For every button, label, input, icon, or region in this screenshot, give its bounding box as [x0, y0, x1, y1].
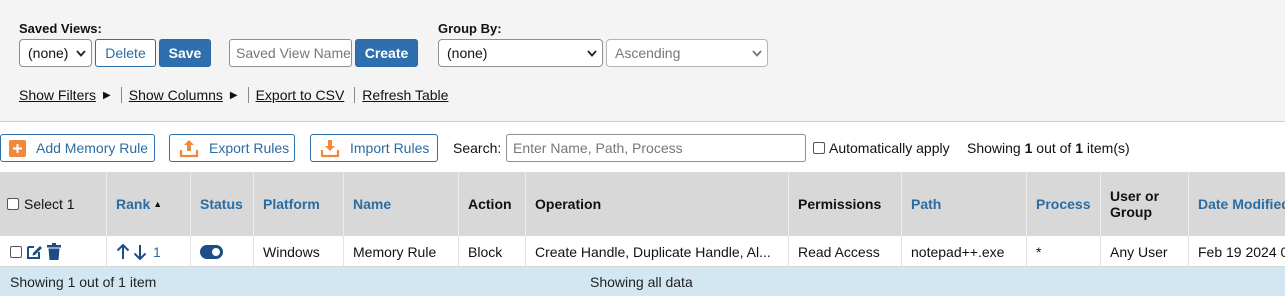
operation-cell: Create Handle, Duplicate Handle, Al... — [526, 236, 789, 267]
footer-item-count: Showing 1 out of 1 item — [10, 274, 157, 290]
download-icon — [320, 138, 340, 158]
chevron-down-icon — [582, 40, 602, 66]
group-by-selected-value: (none) — [447, 45, 488, 61]
process-cell: * — [1027, 236, 1101, 267]
table-footer: Showing 1 out of 1 item Showing all data — [0, 267, 1285, 296]
showing-suffix: item(s) — [1086, 140, 1130, 156]
delete-view-button[interactable]: Delete — [95, 39, 156, 67]
divider — [354, 87, 356, 103]
date-modified-cell: Feb 19 2024 0 — [1198, 243, 1285, 260]
show-columns-label: Show Columns — [128, 87, 223, 103]
status-toggle[interactable] — [200, 244, 223, 259]
table-header: Select 1 Rank ▲ Status Platform Name Act… — [0, 172, 1285, 236]
search-input[interactable]: Enter Name, Path, Process — [506, 134, 806, 162]
permissions-cell: Read Access — [789, 236, 902, 267]
saved-view-name-input[interactable]: Saved View Name — [229, 39, 352, 67]
table-row: 1 Windows Memory Rule Block Create Handl… — [0, 236, 1285, 267]
table-links-bar: Show Filters ▶ Show Columns ▶ Export to … — [19, 86, 448, 104]
upload-icon — [179, 138, 199, 158]
row-controls-cell — [0, 236, 107, 267]
caret-right-icon: ▶ — [229, 89, 238, 101]
column-header-status[interactable]: Status — [191, 172, 254, 236]
refresh-table-link[interactable]: Refresh Table — [362, 87, 448, 103]
column-header-permissions: Permissions — [789, 172, 902, 236]
select-all-header[interactable]: Select 1 — [0, 172, 107, 236]
show-filters-link[interactable]: Show Filters — [19, 87, 96, 103]
showing-prefix: Showing — [967, 140, 1021, 156]
chevron-down-icon — [71, 40, 91, 66]
column-header-path[interactable]: Path — [902, 172, 1027, 236]
saved-views-selected-value: (none) — [28, 45, 69, 61]
showing-mid: out of — [1036, 140, 1072, 156]
auto-apply-label: Automatically apply — [829, 140, 950, 156]
caret-right-icon: ▶ — [103, 89, 111, 101]
show-columns-link[interactable]: Show Columns — [129, 87, 223, 103]
platform-cell: Windows — [254, 236, 344, 267]
select-all-label: Select 1 — [24, 196, 75, 212]
add-memory-rule-button[interactable]: Add Memory Rule — [0, 134, 155, 162]
import-rules-button[interactable]: Import Rules — [310, 134, 438, 162]
divider — [247, 87, 249, 103]
action-cell: Block — [459, 236, 526, 267]
row-select-checkbox[interactable] — [10, 245, 22, 258]
export-rules-label: Export Rules — [209, 140, 290, 156]
group-by-label: Group By: — [438, 21, 502, 36]
move-up-icon[interactable] — [116, 243, 130, 260]
chevron-down-icon — [747, 40, 767, 66]
rank-value[interactable]: 1 — [153, 244, 161, 260]
view-controls-panel: Saved Views: (none) Delete Save Saved Vi… — [0, 0, 1285, 122]
name-cell: Memory Rule — [344, 236, 459, 267]
column-header-date-modified[interactable]: Date Modified — [1189, 172, 1285, 236]
saved-views-label: Saved Views: — [19, 21, 102, 36]
search-label: Search: — [453, 140, 502, 156]
import-rules-label: Import Rules — [350, 140, 430, 156]
sort-ascending-icon: ▲ — [153, 199, 163, 209]
create-view-button[interactable]: Create — [355, 39, 418, 67]
auto-apply-checkbox[interactable] — [813, 142, 825, 154]
divider — [120, 87, 122, 103]
sort-order-select[interactable]: Ascending — [606, 39, 768, 67]
showing-total: 1 — [1075, 140, 1083, 156]
showing-count: 1 — [1024, 140, 1033, 156]
item-count-summary: Showing 1 out of 1 item(s) — [967, 140, 1130, 156]
sort-order-selected-value: Ascending — [615, 45, 681, 61]
column-header-action: Action — [459, 172, 526, 236]
trash-icon[interactable] — [47, 243, 61, 260]
move-down-icon[interactable] — [133, 244, 147, 260]
column-header-rank[interactable]: Rank ▲ — [107, 172, 191, 236]
show-filters-label: Show Filters — [19, 87, 97, 103]
edit-icon[interactable] — [26, 243, 43, 260]
column-header-user-group: User or Group — [1101, 172, 1189, 236]
column-header-process[interactable]: Process — [1027, 172, 1101, 236]
select-all-checkbox[interactable] — [7, 198, 19, 210]
group-by-select[interactable]: (none) — [438, 39, 603, 67]
column-header-platform[interactable]: Platform — [254, 172, 344, 236]
footer-data-status: Showing all data — [590, 274, 693, 290]
column-header-name[interactable]: Name — [344, 172, 459, 236]
auto-apply-option: Automatically apply — [813, 140, 950, 156]
user-group-cell: Any User — [1101, 236, 1189, 267]
save-view-button[interactable]: Save — [159, 39, 211, 67]
rank-header-label: Rank — [116, 196, 151, 212]
saved-views-select[interactable]: (none) — [19, 39, 92, 67]
export-rules-button[interactable]: Export Rules — [169, 134, 295, 162]
plus-icon — [9, 139, 26, 157]
column-header-operation: Operation — [526, 172, 789, 236]
status-cell — [191, 236, 254, 267]
rank-cell: 1 — [107, 236, 191, 267]
path-cell: notepad++.exe — [902, 236, 1027, 267]
add-memory-rule-label: Add Memory Rule — [36, 140, 149, 156]
export-csv-link[interactable]: Export to CSV — [256, 87, 345, 103]
